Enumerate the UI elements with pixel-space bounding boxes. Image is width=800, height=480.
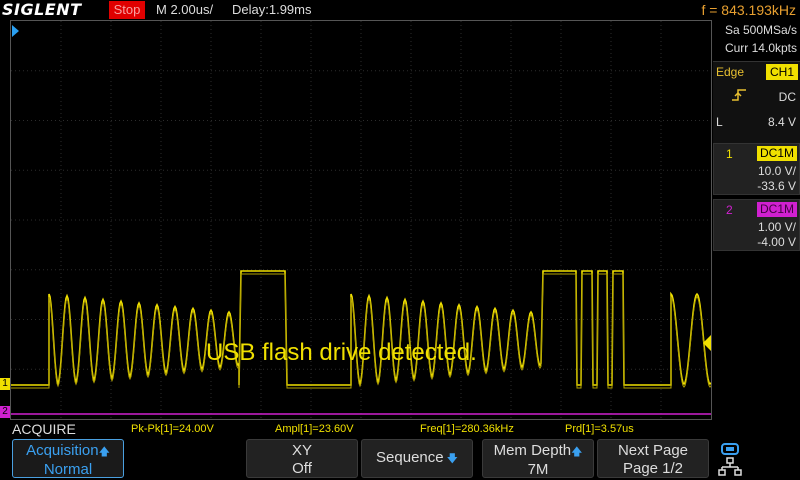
channel-scale: 10.0 V/ [757,164,796,178]
channel-number: 1 [726,147,733,161]
softkey-bar: Acquisition🡅 Normal XY Off Sequence 🡇 Me… [0,437,800,480]
next-page-softkey[interactable]: Next Page Page 1/2 [597,439,709,478]
softkey-label: Sequence [376,449,444,466]
run-stop-indicator[interactable]: Stop [109,1,145,19]
softkey-value: Page 1/2 [622,460,684,477]
softkey-value: Normal [43,461,93,478]
ch1-trace [11,270,711,386]
measurement-pkpk: Pk-Pk[1]=24.00V [131,423,214,435]
mem-depth-softkey[interactable]: Mem Depth🡅 7M [482,439,594,478]
network-icon [718,457,742,476]
frequency-counter: f = 843.193kHz [701,2,796,18]
channel-offset: -33.6 V [757,179,796,193]
channel-coupling-badge: DC1M [757,202,797,217]
current-points: Curr 14.0kpts [724,41,797,55]
overlay-message: USB flash drive detected. [206,339,477,366]
softkey-label: XY [291,442,312,459]
channel-number: 2 [726,203,733,217]
rising-edge-icon [732,89,746,101]
ch1-ground-marker[interactable]: 1 [0,378,10,390]
ch2-ground-marker[interactable]: 2 [0,406,10,418]
delay-readout[interactable]: Delay:1.99ms [232,0,311,20]
channel-offset: -4.00 V [757,235,796,249]
measurement-freq: Freq[1]=280.36kHz [420,423,514,435]
trigger-type: Edge [716,65,745,79]
measurement-prd: Prd[1]=3.57us [565,423,634,435]
connection-status-icons [718,443,742,476]
brand-logo: SIGLENT [2,0,82,19]
ch1-marker-label: 1 [2,378,8,389]
timebase-readout[interactable]: M 2.00us/ [156,0,213,20]
trigger-level: 8.4 V [767,115,796,129]
sample-rate: Sa 500MSa/s [724,23,797,37]
softkey-label: Next Page [617,442,689,459]
trigger-position-marker[interactable] [12,25,19,37]
trigger-level-label: L [716,115,723,129]
channel-2-panel[interactable]: 2 DC1M 1.00 V/ -4.00 V [713,199,800,251]
channel-coupling-badge: DC1M [757,146,797,161]
measurement-ampl: Ampl[1]=23.60V [275,423,354,435]
softkey-label: Acquisition [26,442,99,459]
ch2-marker-label: 2 [2,406,8,417]
menu-mode-label: ACQUIRE [12,421,76,437]
trigger-source: CH1 [766,64,798,80]
arrow-up-icon: 🡅 [571,446,583,458]
acquisition-softkey[interactable]: Acquisition🡅 Normal [12,439,124,478]
top-status-bar: SIGLENT Stop M 2.00us/ Delay:1.99ms f = … [0,0,800,20]
trigger-coupling: DC [778,90,796,104]
ch1-trace-persist [11,273,711,389]
measurement-bar: ACQUIRE Pk-Pk[1]=24.00V Ampl[1]=23.60V F… [0,421,800,437]
waveform-display[interactable]: USB flash drive detected. [10,20,712,420]
channel-1-panel[interactable]: 1 DC1M 10.0 V/ -33.6 V [713,143,800,195]
arrow-up-icon: 🡅 [98,446,110,458]
softkey-value: Off [292,460,312,477]
sequence-softkey[interactable]: Sequence 🡇 [361,439,473,478]
trigger-panel[interactable]: Edge CH1 DC L 8.4 V [713,61,800,153]
xy-softkey[interactable]: XY Off [246,439,358,478]
channel-scale: 1.00 V/ [757,220,796,234]
right-info-panel: Sa 500MSa/s Curr 14.0kpts Edge CH1 DC L … [713,20,800,420]
softkey-label: Mem Depth [493,442,572,459]
softkey-value: 7M [527,461,549,478]
arrow-down-icon: 🡇 [443,453,458,465]
